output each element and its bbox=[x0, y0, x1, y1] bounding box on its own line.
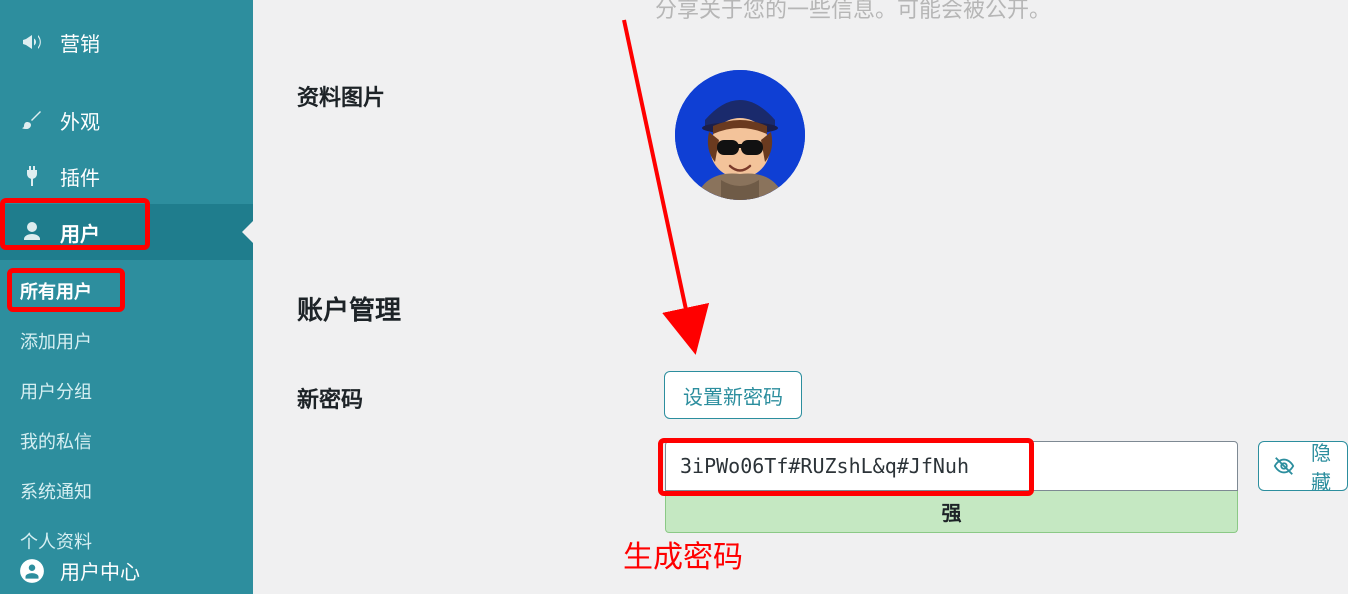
sidebar-item-appearance[interactable]: 外观 bbox=[0, 92, 253, 148]
sidebar-item-label: 用户中心 bbox=[60, 556, 140, 585]
megaphone-icon bbox=[18, 28, 46, 56]
sidebar-item-marketing[interactable]: 营销 bbox=[0, 14, 253, 70]
brush-icon bbox=[18, 106, 46, 134]
sidebar-item-user-center[interactable]: 用户中心 bbox=[0, 547, 253, 594]
sidebar-item-label: 插件 bbox=[60, 162, 100, 191]
sidebar-item-label: 用户 bbox=[60, 218, 100, 247]
user-center-icon bbox=[18, 557, 46, 585]
sidebar-sub-add-user[interactable]: 添加用户 bbox=[0, 316, 253, 366]
sidebar-item-label: 营销 bbox=[60, 28, 100, 57]
sidebar-sub-system-notices[interactable]: 系统通知 bbox=[0, 466, 253, 516]
eye-slash-icon bbox=[1273, 455, 1295, 477]
admin-sidebar: 营销 外观 插件 用户 所有用户 添加用户 用户分组 我的私信 系统通知 个人资… bbox=[0, 0, 253, 594]
label-profile-image: 资料图片 bbox=[297, 80, 385, 112]
main-content: 分享关于您的一些信息。可能会被公开。 资料图片 账户管理 新密码 设置新密码 bbox=[253, 0, 1348, 594]
share-hint-text: 分享关于您的一些信息。可能会被公开。 bbox=[655, 0, 1051, 24]
set-new-password-button[interactable]: 设置新密码 bbox=[664, 371, 802, 419]
sidebar-item-plugins[interactable]: 插件 bbox=[0, 148, 253, 204]
password-strength-indicator: 强 bbox=[665, 491, 1238, 533]
hide-button-label: 隐藏 bbox=[1305, 441, 1337, 491]
hide-password-button[interactable]: 隐藏 bbox=[1258, 441, 1348, 491]
label-account-mgmt: 账户管理 bbox=[297, 290, 401, 327]
sidebar-submenu: 所有用户 添加用户 用户分组 我的私信 系统通知 个人资料 bbox=[0, 260, 253, 576]
sidebar-item-users[interactable]: 用户 bbox=[0, 204, 253, 260]
plug-icon bbox=[18, 162, 46, 190]
sidebar-sub-all-users[interactable]: 所有用户 bbox=[0, 266, 253, 316]
user-icon bbox=[18, 218, 46, 246]
sidebar-item-label: 外观 bbox=[60, 106, 100, 135]
sidebar-sub-my-messages[interactable]: 我的私信 bbox=[0, 416, 253, 466]
sidebar-sub-user-groups[interactable]: 用户分组 bbox=[0, 366, 253, 416]
label-new-password: 新密码 bbox=[297, 382, 363, 414]
new-password-input[interactable] bbox=[665, 441, 1238, 491]
avatar[interactable] bbox=[675, 70, 805, 200]
